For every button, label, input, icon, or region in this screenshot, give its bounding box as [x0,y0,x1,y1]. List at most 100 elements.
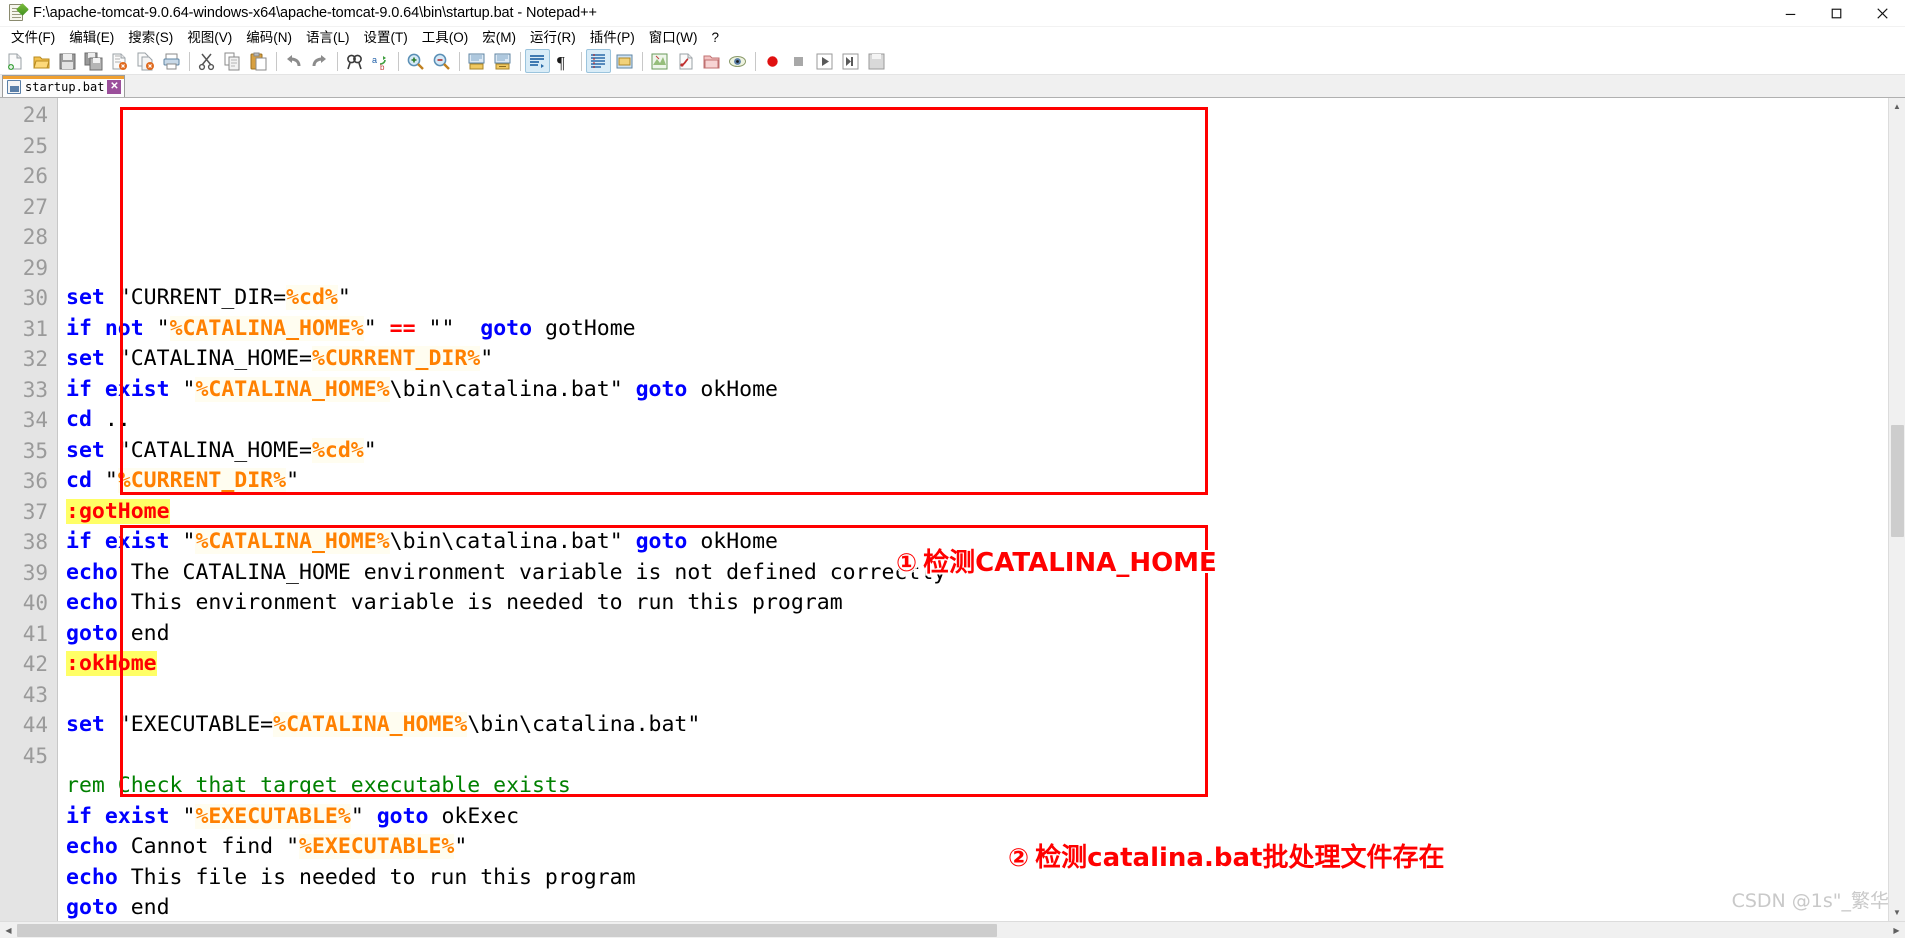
menu-edit[interactable]: 编辑(E) [62,28,121,48]
code-line[interactable]: echo This file is needed to run this pro… [66,863,1888,894]
menu-view[interactable]: 视图(V) [180,28,239,48]
code-line[interactable]: set "CATALINA_HOME=%CURRENT_DIR%" [66,344,1888,375]
code-line[interactable]: if not "%CATALINA_HOME%" == "" goto gotH… [66,314,1888,345]
code-line[interactable]: cd .. [66,405,1888,436]
sync-horizontal-scroll-icon[interactable] [490,49,515,73]
save-all-icon[interactable] [81,49,106,73]
show-all-chars-icon[interactable]: ¶ [551,49,576,73]
code-line[interactable]: if exist "%EXECUTABLE%" goto okExec [66,802,1888,833]
close-file-icon[interactable] [107,49,132,73]
paste-icon[interactable] [246,49,271,73]
line-number: 24 [22,103,48,127]
menu-file[interactable]: 文件(F) [4,28,62,48]
code-token: " [182,376,196,402]
scroll-up-button[interactable]: ▲ [1888,98,1905,115]
menu-encoding[interactable]: 编码(N) [239,28,299,48]
sync-vertical-scroll-icon[interactable] [464,49,489,73]
code-token: echo [66,590,118,615]
user-defined-language-icon[interactable] [612,49,637,73]
vertical-scroll-track[interactable] [1888,115,1905,904]
playback-macro-icon[interactable] [812,49,837,73]
close-button[interactable] [1859,0,1905,27]
function-list-icon[interactable] [673,49,698,73]
code-content[interactable]: set "CURRENT_DIR=%cd%" if not "%CATALINA_… [58,98,1888,921]
open-file-icon[interactable] [29,49,54,73]
save-macro-icon[interactable] [864,49,889,73]
code-line[interactable]: goto end [66,893,1888,921]
code-token: goto [480,315,533,341]
tab-startup-bat[interactable]: startup.bat ✕ [2,75,126,97]
folder-as-workspace-icon[interactable] [699,49,724,73]
scroll-down-button[interactable]: ▼ [1888,904,1905,921]
scroll-right-button[interactable]: ▶ [1888,921,1905,938]
code-line[interactable]: :gotHome [66,497,1888,528]
code-token: goto [66,895,118,920]
menu-plugins[interactable]: 插件(P) [583,28,642,48]
code-line[interactable]: set "CATALINA_HOME=%cd%" [66,436,1888,467]
print-icon[interactable] [159,49,184,73]
code-line[interactable]: set "CURRENT_DIR=%cd%" [66,283,1888,314]
record-macro-icon[interactable] [760,49,785,73]
indent-guide-icon[interactable] [586,49,611,73]
code-line[interactable] [66,741,1888,772]
save-icon[interactable] [55,49,80,73]
code-line[interactable]: if exist "%CATALINA_HOME%\bin\catalina.b… [66,375,1888,406]
code-line[interactable] [66,680,1888,711]
scroll-left-button[interactable]: ◀ [0,921,17,938]
zoom-out-icon[interactable] [429,49,454,73]
replace-icon[interactable]: ab [368,49,393,73]
code-line[interactable]: :okHome [66,649,1888,680]
word-wrap-icon[interactable] [525,49,550,73]
code-token: " [286,468,300,493]
menu-language[interactable]: 语言(L) [299,28,357,48]
menu-run[interactable]: 运行(R) [523,28,583,48]
show-document-map-icon[interactable] [647,49,672,73]
code-line[interactable]: echo This environment variable is needed… [66,588,1888,619]
run-macro-multiple-icon[interactable] [838,49,863,73]
code-token: if not [66,315,144,341]
vertical-scroll-thumb[interactable] [1890,425,1904,537]
code-token: %EXECUTABLE% [195,803,351,829]
menu-tools[interactable]: 工具(O) [415,28,476,48]
annotation-marker-2: ② [1008,843,1030,872]
toolbar: ab ¶ [0,48,1905,75]
close-all-icon[interactable] [133,49,158,73]
code-line[interactable]: set "EXECUTABLE=%CATALINA_HOME%\bin\cata… [66,710,1888,741]
new-file-icon[interactable] [3,49,28,73]
code-line[interactable]: echo Cannot find "%EXECUTABLE%" [66,832,1888,863]
horizontal-scrollbar[interactable]: ◀ ▶ [0,921,1905,938]
menu-search[interactable]: 搜索(S) [121,28,180,48]
window-controls [1767,0,1905,27]
menu-help[interactable]: ? [704,28,726,48]
undo-icon[interactable] [281,49,306,73]
cut-icon[interactable] [194,49,219,73]
find-icon[interactable] [342,49,367,73]
tab-close-icon[interactable]: ✕ [107,79,122,94]
line-number: 31 [22,316,48,341]
code-line[interactable]: rem Check that target executable exists [66,771,1888,802]
svg-text:b: b [380,63,385,71]
code-token: " [363,437,377,463]
redo-icon[interactable] [307,49,332,73]
code-token: \bin\catalina.bat" [389,376,623,402]
menu-window[interactable]: 窗口(W) [642,28,705,48]
menu-settings[interactable]: 设置(T) [357,28,415,48]
minimize-button[interactable] [1767,0,1813,27]
copy-icon[interactable] [220,49,245,73]
maximize-button[interactable] [1813,0,1859,27]
code-token: " [480,346,494,371]
text-editor[interactable]: 24 25 26 27 28 29 30 31 32 33 34 35 36 37 38 39 40 41 42 43… [0,98,1888,921]
monitoring-icon[interactable] [725,49,750,73]
code-line[interactable]: goto end [66,619,1888,650]
code-line[interactable]: cd "%CURRENT_DIR%" [66,466,1888,497]
code-token: if exist [66,529,170,554]
vertical-scrollbar[interactable]: ▲ ▼ [1888,98,1905,921]
menu-macro[interactable]: 宏(M) [475,28,523,48]
horizontal-scroll-track[interactable] [17,922,1888,938]
stop-recording-icon[interactable] [786,49,811,73]
horizontal-scroll-thumb[interactable] [17,923,997,937]
zoom-in-icon[interactable] [403,49,428,73]
